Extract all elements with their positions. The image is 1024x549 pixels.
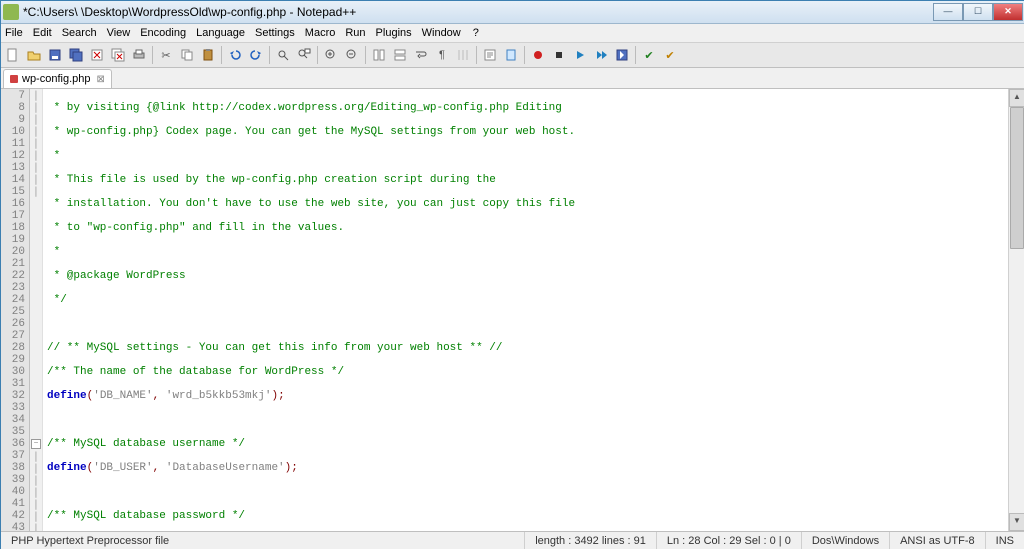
scroll-thumb[interactable] <box>1010 107 1024 249</box>
menu-settings[interactable]: Settings <box>255 27 295 39</box>
vertical-scrollbar[interactable]: ▲ ▼ <box>1008 89 1024 531</box>
function-list-icon[interactable] <box>480 45 500 65</box>
paste-icon[interactable] <box>198 45 218 65</box>
spell-check-icon[interactable]: ✔ <box>639 45 659 65</box>
save-icon[interactable] <box>45 45 65 65</box>
show-chars-icon[interactable]: ¶ <box>432 45 452 65</box>
menu-window[interactable]: Window <box>422 27 461 39</box>
maximize-button[interactable]: ☐ <box>963 3 993 21</box>
new-file-icon[interactable] <box>3 45 23 65</box>
play-multi-icon[interactable] <box>591 45 611 65</box>
scroll-down-icon[interactable]: ▼ <box>1009 513 1024 531</box>
menu-macro[interactable]: Macro <box>305 27 336 39</box>
status-language: PHP Hypertext Preprocessor file <box>1 532 525 549</box>
doc-map-icon[interactable] <box>501 45 521 65</box>
close-button[interactable]: ✕ <box>993 3 1023 21</box>
copy-icon[interactable] <box>177 45 197 65</box>
tab-label: wp-config.php <box>22 73 91 85</box>
tab-wp-config[interactable]: wp-config.php ⊠ <box>3 69 112 88</box>
undo-icon[interactable] <box>225 45 245 65</box>
menu-search[interactable]: Search <box>62 27 97 39</box>
close-file-icon[interactable] <box>87 45 107 65</box>
zoom-in-icon[interactable] <box>321 45 341 65</box>
line-numbers: 7891011121314151617181920212223242526272… <box>1 89 30 531</box>
find-icon[interactable] <box>273 45 293 65</box>
replace-icon[interactable] <box>294 45 314 65</box>
cut-icon[interactable]: ✂ <box>156 45 176 65</box>
menu-run[interactable]: Run <box>345 27 365 39</box>
sync-h-icon[interactable] <box>390 45 410 65</box>
modified-icon <box>10 75 18 83</box>
zoom-out-icon[interactable] <box>342 45 362 65</box>
save-all-icon[interactable] <box>66 45 86 65</box>
menu-language[interactable]: Language <box>196 27 245 39</box>
menu-help[interactable]: ? <box>473 27 479 39</box>
toolbar: ✂ ¶ ✔ ✔ <box>1 43 1024 68</box>
code-view[interactable]: * by visiting {@link http://codex.wordpr… <box>43 89 1008 531</box>
wrap-icon[interactable] <box>411 45 431 65</box>
scroll-up-icon[interactable]: ▲ <box>1009 89 1024 107</box>
spell-next-icon[interactable]: ✔ <box>660 45 680 65</box>
window-title: *C:\Users\ \Desktop\WordpressOld\wp-conf… <box>23 5 933 19</box>
fold-margin[interactable]: │││││││││−││││││││ <box>30 89 43 531</box>
save-macro-icon[interactable] <box>612 45 632 65</box>
editor-area: 7891011121314151617181920212223242526272… <box>1 89 1024 531</box>
menu-file[interactable]: File <box>5 27 23 39</box>
play-icon[interactable] <box>570 45 590 65</box>
minimize-button[interactable]: — <box>933 3 963 21</box>
close-all-icon[interactable] <box>108 45 128 65</box>
status-insert-mode[interactable]: INS <box>986 532 1024 549</box>
indent-guide-icon[interactable] <box>453 45 473 65</box>
status-length: length : 3492 lines : 91 <box>525 532 657 549</box>
menu-encoding[interactable]: Encoding <box>140 27 186 39</box>
status-encoding[interactable]: ANSI as UTF-8 <box>890 532 986 549</box>
tab-bar: wp-config.php ⊠ <box>1 68 1024 89</box>
app-icon <box>3 4 19 20</box>
status-bar: PHP Hypertext Preprocessor file length :… <box>1 531 1024 549</box>
status-eol[interactable]: Dos\Windows <box>802 532 890 549</box>
print-icon[interactable] <box>129 45 149 65</box>
record-icon[interactable] <box>528 45 548 65</box>
fold-toggle-icon[interactable]: − <box>31 439 41 449</box>
status-position: Ln : 28 Col : 29 Sel : 0 | 0 <box>657 532 802 549</box>
sync-v-icon[interactable] <box>369 45 389 65</box>
redo-icon[interactable] <box>246 45 266 65</box>
menu-plugins[interactable]: Plugins <box>376 27 412 39</box>
menu-bar: File Edit Search View Encoding Language … <box>1 24 1024 43</box>
menu-edit[interactable]: Edit <box>33 27 52 39</box>
open-file-icon[interactable] <box>24 45 44 65</box>
app-window: *C:\Users\ \Desktop\WordpressOld\wp-conf… <box>0 0 1024 549</box>
stop-icon[interactable] <box>549 45 569 65</box>
titlebar[interactable]: *C:\Users\ \Desktop\WordpressOld\wp-conf… <box>1 1 1024 24</box>
tab-close-icon[interactable]: ⊠ <box>97 74 105 85</box>
menu-view[interactable]: View <box>107 27 131 39</box>
